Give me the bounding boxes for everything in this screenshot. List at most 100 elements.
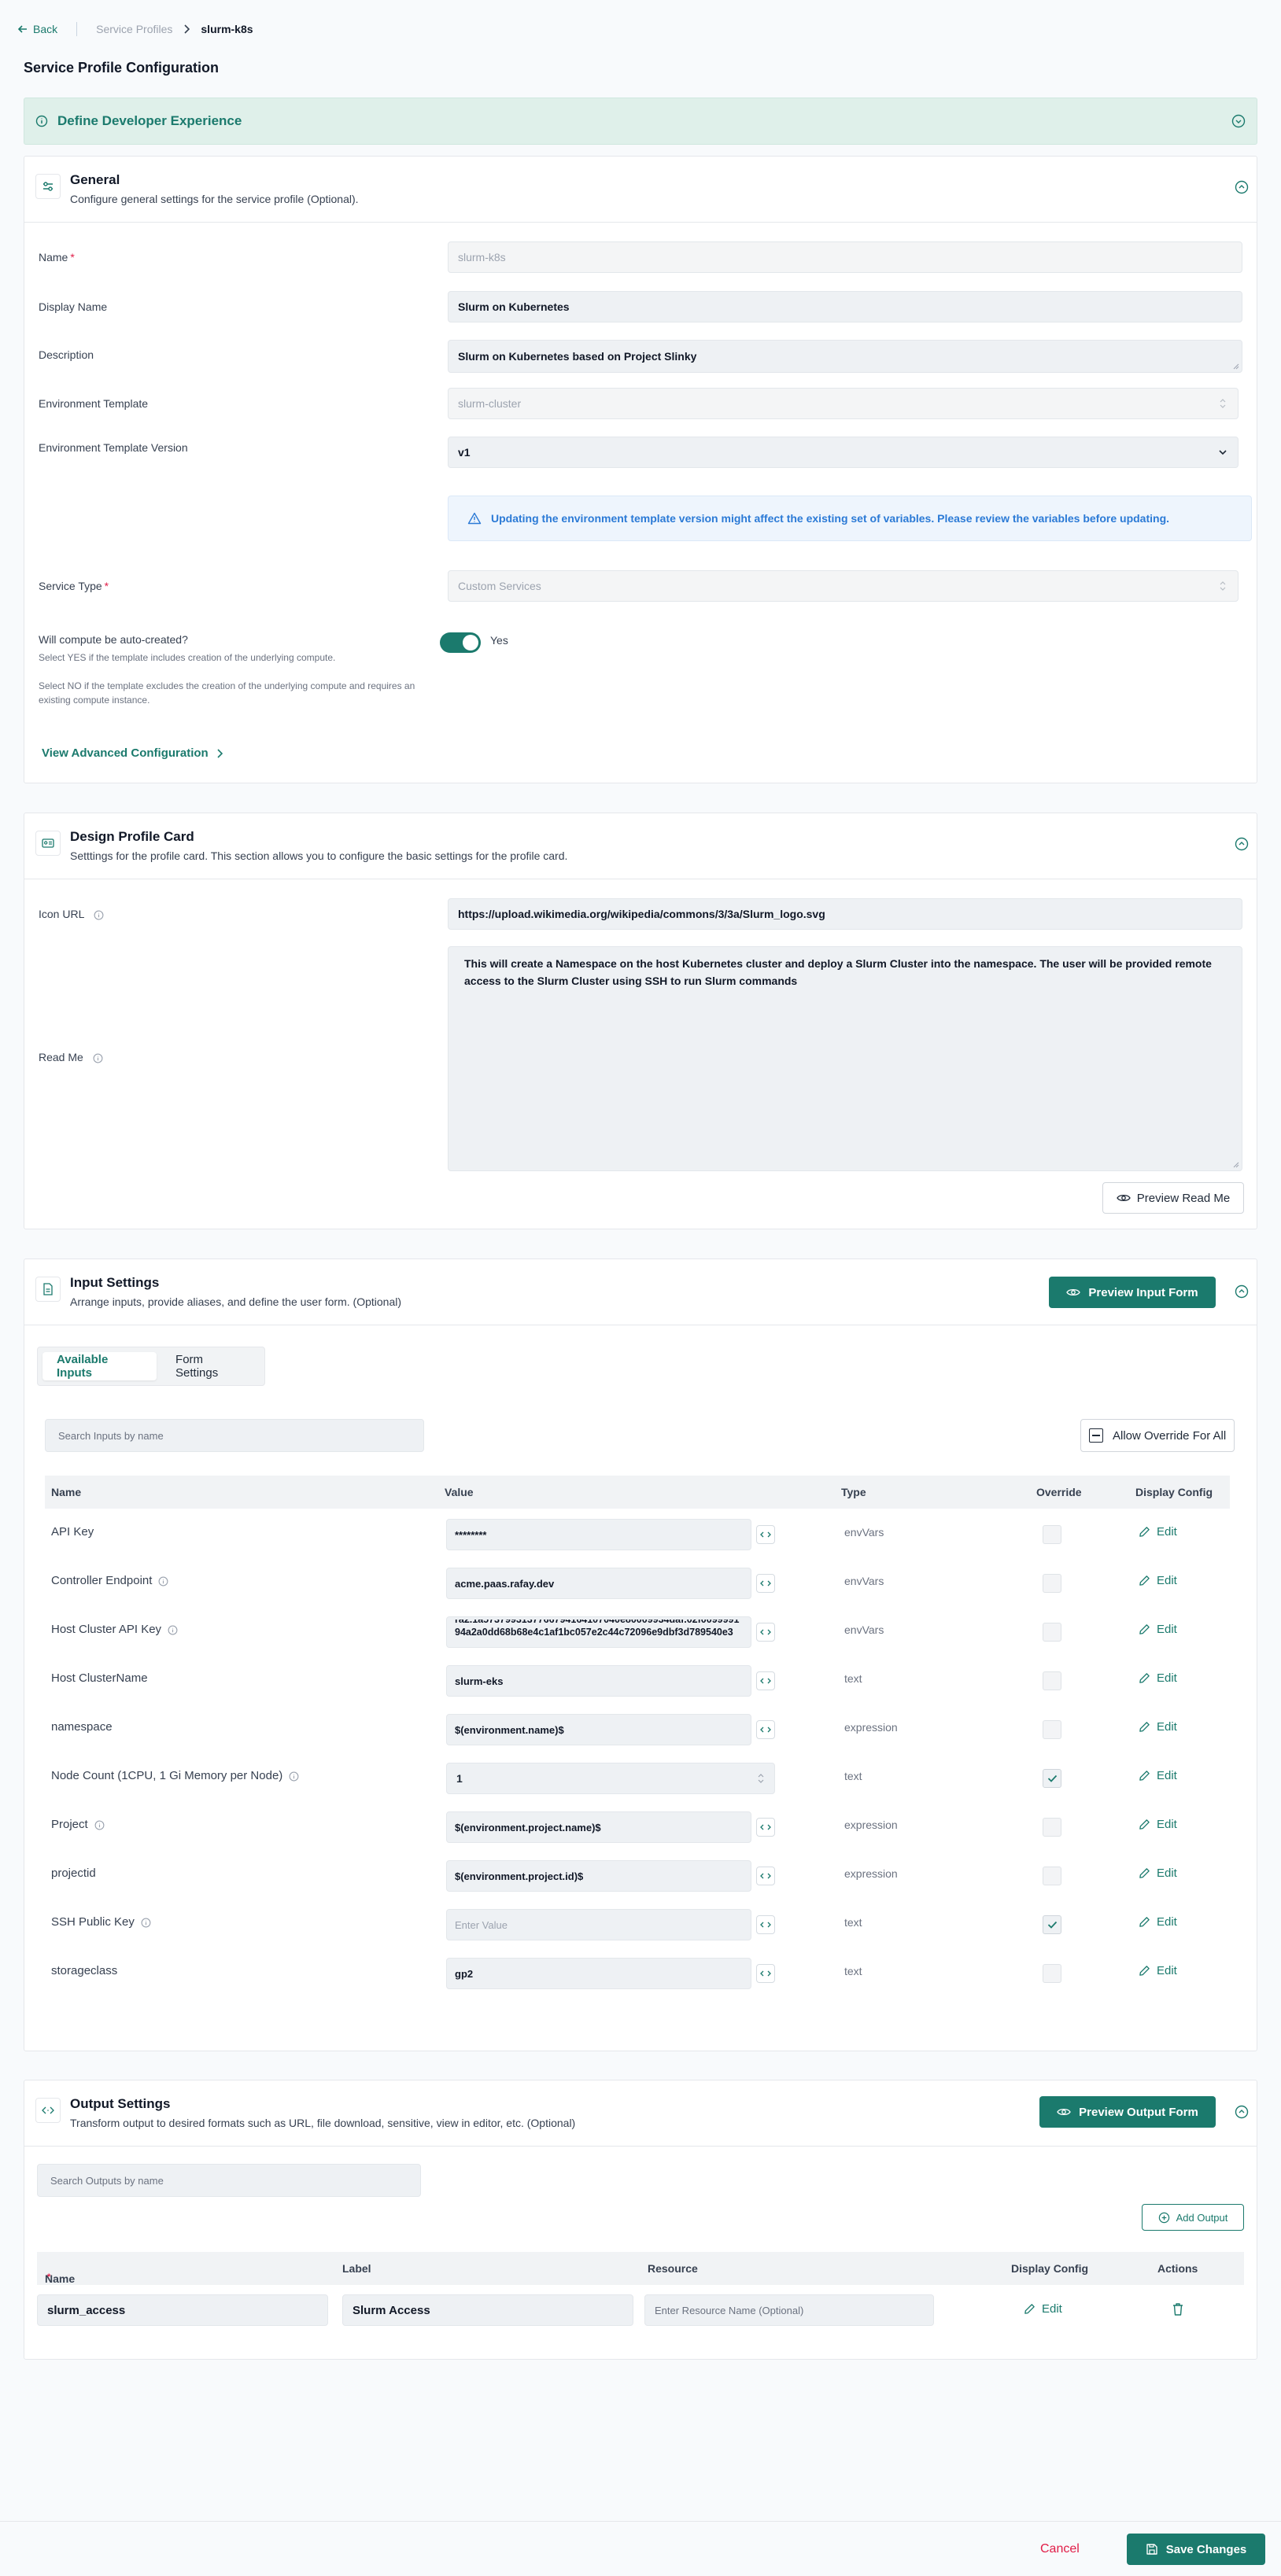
override-checkbox[interactable] xyxy=(1043,1818,1061,1837)
trash-icon[interactable] xyxy=(1172,2302,1184,2316)
icon-url-field[interactable]: https://upload.wikimedia.org/wikipedia/c… xyxy=(448,898,1242,930)
chevron-up-circle-icon[interactable] xyxy=(1235,180,1249,194)
design-header: Design Profile Card Setttings for the pr… xyxy=(24,813,1257,879)
input-value-field[interactable]: $(environment.project.name)$ xyxy=(446,1811,751,1843)
readme-textarea[interactable]: This will create a Namespace on the host… xyxy=(448,946,1242,1171)
code-icon[interactable] xyxy=(756,1574,775,1593)
edit-button[interactable]: Edit xyxy=(1024,2302,1062,2316)
override-checkbox[interactable] xyxy=(1043,1525,1061,1544)
edit-label: Edit xyxy=(1157,1964,1177,1977)
general-description: Configure general settings for the servi… xyxy=(70,193,359,205)
chevron-down-circle-icon[interactable] xyxy=(1231,114,1246,128)
input-value-field[interactable]: slurm-eks xyxy=(446,1665,751,1697)
override-checkbox[interactable] xyxy=(1043,1671,1061,1690)
breadcrumb-parent[interactable]: Service Profiles xyxy=(96,23,172,35)
table-row: Host Cluster API Key ra2.1a5737993137766… xyxy=(24,1607,1258,1656)
code-icon[interactable] xyxy=(756,1964,775,1983)
save-changes-button[interactable]: Save Changes xyxy=(1127,2534,1265,2565)
add-output-button[interactable]: Add Output xyxy=(1142,2204,1244,2231)
edit-button[interactable]: Edit xyxy=(1139,1964,1177,1977)
add-output-label: Add Output xyxy=(1176,2211,1228,2224)
edit-button[interactable]: Edit xyxy=(1139,1623,1177,1636)
preview-readme-button[interactable]: Preview Read Me xyxy=(1102,1182,1244,1214)
pencil-icon xyxy=(1139,1721,1150,1733)
override-checkbox[interactable] xyxy=(1043,1867,1061,1885)
search-inputs-field[interactable]: Search Inputs by name xyxy=(45,1419,424,1452)
edit-button[interactable]: Edit xyxy=(1139,1769,1177,1782)
service-type-select[interactable]: Custom Services xyxy=(448,570,1239,602)
output-settings-description: Transform output to desired formats such… xyxy=(70,2117,576,2129)
chevron-up-circle-icon[interactable] xyxy=(1235,1284,1249,1299)
input-value-field[interactable]: $(environment.name)$ xyxy=(446,1714,751,1745)
input-value-field[interactable]: $(environment.project.id)$ xyxy=(446,1860,751,1892)
search-outputs-field[interactable]: Search Outputs by name xyxy=(37,2164,421,2197)
preview-input-form-button[interactable]: Preview Input Form xyxy=(1049,1277,1216,1308)
edit-button[interactable]: Edit xyxy=(1139,1867,1177,1880)
override-checkbox[interactable] xyxy=(1043,1720,1061,1739)
override-checkbox[interactable] xyxy=(1043,1915,1061,1934)
input-name: SSH Public Key xyxy=(51,1915,151,1929)
edit-button[interactable]: Edit xyxy=(1139,1720,1177,1734)
info-icon xyxy=(93,1053,103,1063)
resize-handle-icon[interactable] xyxy=(1233,1162,1239,1168)
table-row: Project $(environment.project.name)$ exp… xyxy=(24,1802,1258,1851)
override-checkbox[interactable] xyxy=(1043,1623,1061,1642)
developer-experience-banner[interactable]: Define Developer Experience xyxy=(24,98,1257,145)
environment-template-version-select[interactable]: v1 xyxy=(448,437,1239,468)
code-icon[interactable] xyxy=(756,1818,775,1837)
node-count-stepper[interactable]: 1 xyxy=(446,1763,775,1794)
chevron-up-circle-icon[interactable] xyxy=(1235,2105,1249,2119)
allow-override-all-button[interactable]: Allow Override For All xyxy=(1080,1419,1235,1452)
edit-button[interactable]: Edit xyxy=(1139,1818,1177,1831)
override-checkbox[interactable] xyxy=(1043,1769,1061,1788)
inputs-table-body: API Key ******** envVars Edit Controller… xyxy=(24,1509,1258,1997)
column-name: Name xyxy=(51,1486,82,1498)
code-icon[interactable] xyxy=(756,1525,775,1544)
display-name-field[interactable]: Slurm on Kubernetes xyxy=(448,291,1242,322)
edit-button[interactable]: Edit xyxy=(1139,1915,1177,1929)
input-value-field[interactable]: acme.paas.rafay.dev xyxy=(446,1568,751,1599)
code-icon[interactable] xyxy=(756,1671,775,1690)
back-link[interactable]: Back xyxy=(17,23,57,35)
input-value-field[interactable]: gp2 xyxy=(446,1958,751,1989)
readme-label: Read Me xyxy=(39,1051,103,1063)
updown-icon[interactable] xyxy=(757,1771,765,1786)
preview-output-form-button[interactable]: Preview Output Form xyxy=(1039,2096,1216,2128)
edit-button[interactable]: Edit xyxy=(1139,1671,1177,1685)
output-label-field[interactable]: Slurm Access xyxy=(342,2294,633,2326)
input-type: envVars xyxy=(844,1575,884,1587)
input-value-field[interactable]: ******** xyxy=(446,1519,751,1550)
input-value-field[interactable]: Enter Value xyxy=(446,1909,751,1940)
name-field[interactable]: slurm-k8s xyxy=(448,241,1242,273)
output-name-field[interactable]: slurm_access xyxy=(37,2294,328,2326)
edit-button[interactable]: Edit xyxy=(1139,1574,1177,1587)
warning-triangle-icon xyxy=(467,512,482,525)
pencil-icon xyxy=(1139,1575,1150,1587)
output-resource-field[interactable]: Enter Resource Name (Optional) xyxy=(644,2294,934,2326)
advanced-configuration-link[interactable]: View Advanced Configuration xyxy=(42,746,223,760)
description-field[interactable]: Slurm on Kubernetes based on Project Sli… xyxy=(448,340,1242,373)
override-checkbox[interactable] xyxy=(1043,1964,1061,1983)
environment-template-version-label: Environment Template Version xyxy=(39,441,188,454)
arrow-left-icon xyxy=(17,24,28,35)
cancel-button[interactable]: Cancel xyxy=(1040,2542,1080,2556)
tab-form-settings[interactable]: Form Settings xyxy=(161,1352,260,1380)
environment-template-select[interactable]: slurm-cluster xyxy=(448,388,1239,419)
code-icon[interactable] xyxy=(756,1720,775,1739)
input-value-textarea[interactable]: ra2.1a5737993137766794164107040e80009934… xyxy=(446,1616,751,1648)
edit-label: Edit xyxy=(1157,1525,1177,1539)
code-icon[interactable] xyxy=(756,1867,775,1885)
code-icon[interactable] xyxy=(756,1915,775,1934)
advanced-configuration-label: View Advanced Configuration xyxy=(42,746,209,760)
code-icon[interactable] xyxy=(756,1623,775,1642)
tab-available-inputs[interactable]: Available Inputs xyxy=(42,1352,157,1380)
edit-button[interactable]: Edit xyxy=(1139,1525,1177,1539)
design-description: Setttings for the profile card. This sec… xyxy=(70,849,568,862)
column-override: Override xyxy=(1036,1486,1082,1498)
auto-compute-toggle[interactable] xyxy=(440,632,481,653)
override-checkbox[interactable] xyxy=(1043,1574,1061,1593)
chevron-up-circle-icon[interactable] xyxy=(1235,837,1249,851)
sliders-icon xyxy=(35,174,61,199)
edit-label: Edit xyxy=(1157,1867,1177,1880)
resize-handle-icon[interactable] xyxy=(1233,363,1239,370)
